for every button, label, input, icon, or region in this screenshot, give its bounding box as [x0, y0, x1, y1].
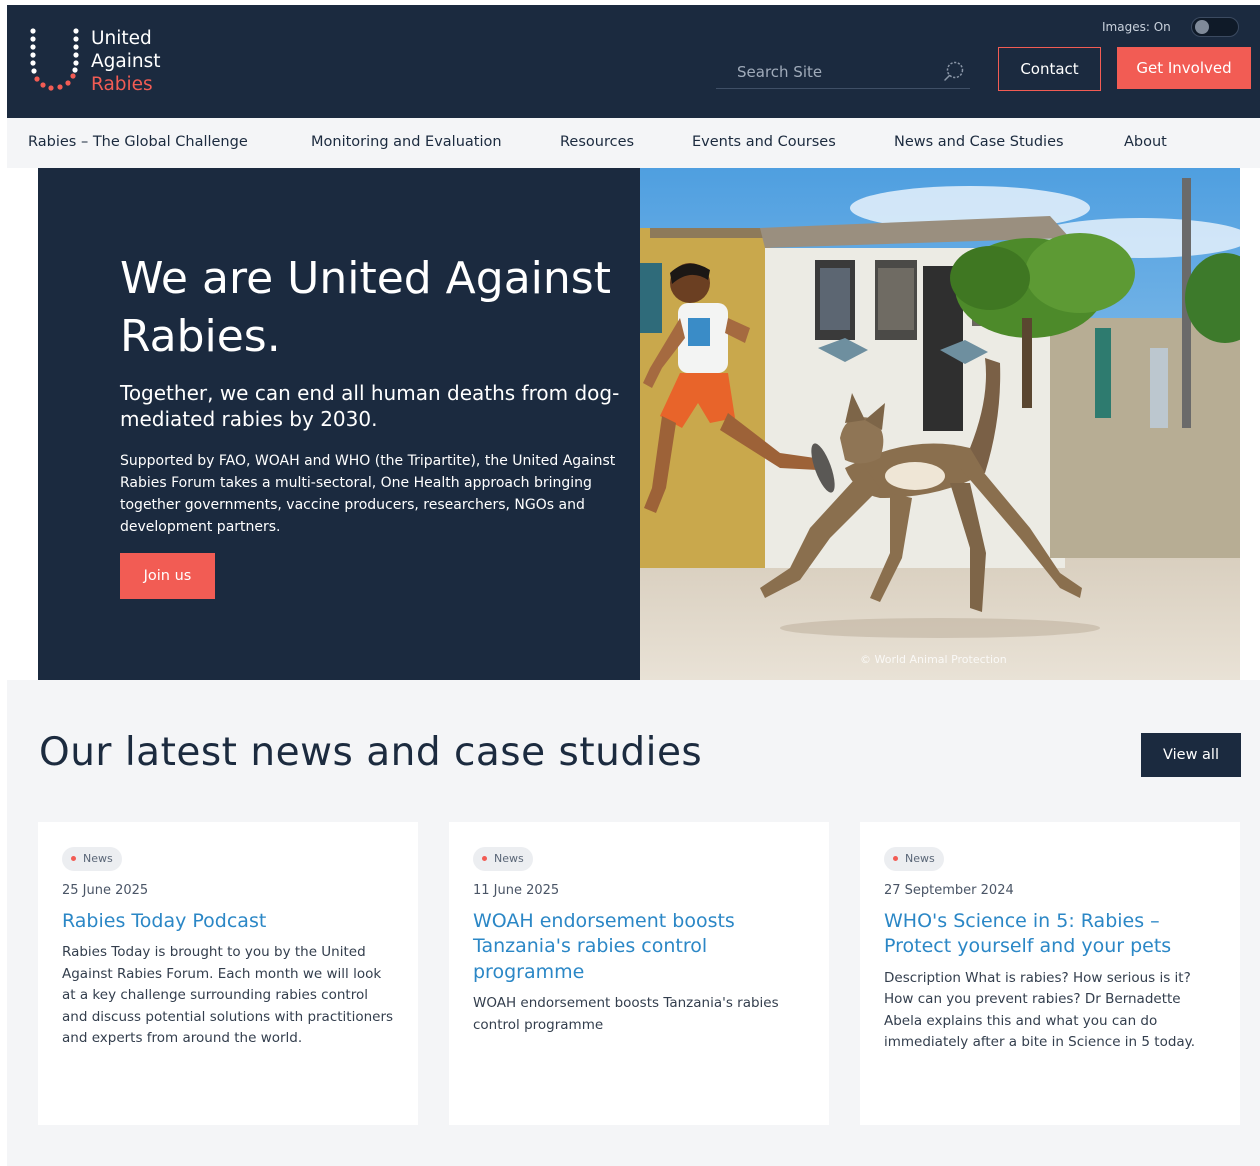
search-icon[interactable]	[942, 60, 966, 84]
news-date: 27 September 2024	[884, 882, 1014, 898]
hero-body: Supported by FAO, WOAH and WHO (the Trip…	[120, 453, 616, 535]
nav-item-resources[interactable]: Resources	[560, 134, 634, 150]
nav-item-about[interactable]: About	[1124, 134, 1167, 150]
logo-line-2: Against	[91, 51, 161, 72]
news-section: Our latest news and case studies View al…	[7, 680, 1260, 1166]
news-title-link[interactable]: WOAH endorsement boosts Tanzania's rabie…	[473, 909, 805, 986]
news-date: 25 June 2025	[62, 882, 149, 898]
logo-dots-icon	[30, 28, 79, 91]
contact-button[interactable]: Contact	[998, 47, 1101, 91]
news-description: Rabies Today is brought to you by the Un…	[62, 944, 394, 1046]
images-toggle-group: Images: On	[1102, 17, 1239, 37]
main-nav: Rabies – The Global Challenge Monitoring…	[7, 118, 1260, 168]
logo-wordmark: United Against Rabies	[91, 27, 161, 96]
nav-item-events-courses[interactable]: Events and Courses	[692, 134, 836, 150]
site-search	[716, 55, 970, 89]
news-card[interactable]: News 25 June 2025 Rabies Today Podcast R…	[38, 822, 418, 1125]
news-card[interactable]: News 11 June 2025 WOAH endorsement boost…	[449, 822, 829, 1125]
news-heading: Our latest news and case studies	[39, 730, 703, 775]
photo-credit: © World Animal Protection	[860, 653, 1007, 666]
news-title-link[interactable]: WHO's Science in 5: Rabies – Protect you…	[884, 909, 1216, 960]
nav-item-global-challenge[interactable]: Rabies – The Global Challenge	[28, 134, 248, 150]
hero-title: We are United Against Rabies.	[120, 253, 611, 362]
logo-line-1: United	[91, 28, 152, 49]
nav-item-news-case-studies[interactable]: News and Case Studies	[894, 134, 1064, 150]
images-toggle-label: Images: On	[1102, 20, 1171, 34]
nav-item-monitoring-evaluation[interactable]: Monitoring and Evaluation	[311, 134, 502, 150]
hero-subtitle: Together, we can end all human deaths fr…	[120, 381, 620, 431]
tag-label: News	[905, 852, 935, 865]
tag-dot-icon	[71, 856, 76, 861]
news-tag: News	[884, 846, 944, 871]
logo-line-3: Rabies	[91, 74, 153, 95]
news-tag: News	[62, 846, 122, 871]
hero-panel: We are United Against Rabies. Together, …	[38, 168, 640, 680]
news-description: WOAH endorsement boosts Tanzania's rabie…	[473, 995, 779, 1033]
tag-dot-icon	[893, 856, 898, 861]
images-toggle-switch[interactable]	[1190, 17, 1239, 37]
view-all-button[interactable]: View all	[1141, 733, 1241, 777]
hero-photo: © World Animal Protection	[640, 168, 1240, 680]
news-tag: News	[473, 846, 533, 871]
news-card[interactable]: News 27 September 2024 WHO's Science in …	[860, 822, 1240, 1125]
tag-dot-icon	[482, 856, 487, 861]
site-logo[interactable]: United Against Rabies	[29, 27, 189, 99]
search-input[interactable]	[716, 62, 942, 81]
news-title-link[interactable]: Rabies Today Podcast	[62, 909, 394, 935]
tag-label: News	[83, 852, 113, 865]
get-involved-button[interactable]: Get Involved	[1117, 47, 1251, 89]
news-date: 11 June 2025	[473, 882, 560, 898]
site-header: United Against Rabies Images: On Contact…	[7, 5, 1260, 118]
news-description: Description What is rabies? How serious …	[884, 969, 1196, 1051]
tag-label: News	[494, 852, 524, 865]
toggle-knob	[1194, 20, 1209, 34]
boy-and-dog-photo: © World Animal Protection	[640, 168, 1240, 680]
join-us-button[interactable]: Join us	[120, 553, 215, 599]
